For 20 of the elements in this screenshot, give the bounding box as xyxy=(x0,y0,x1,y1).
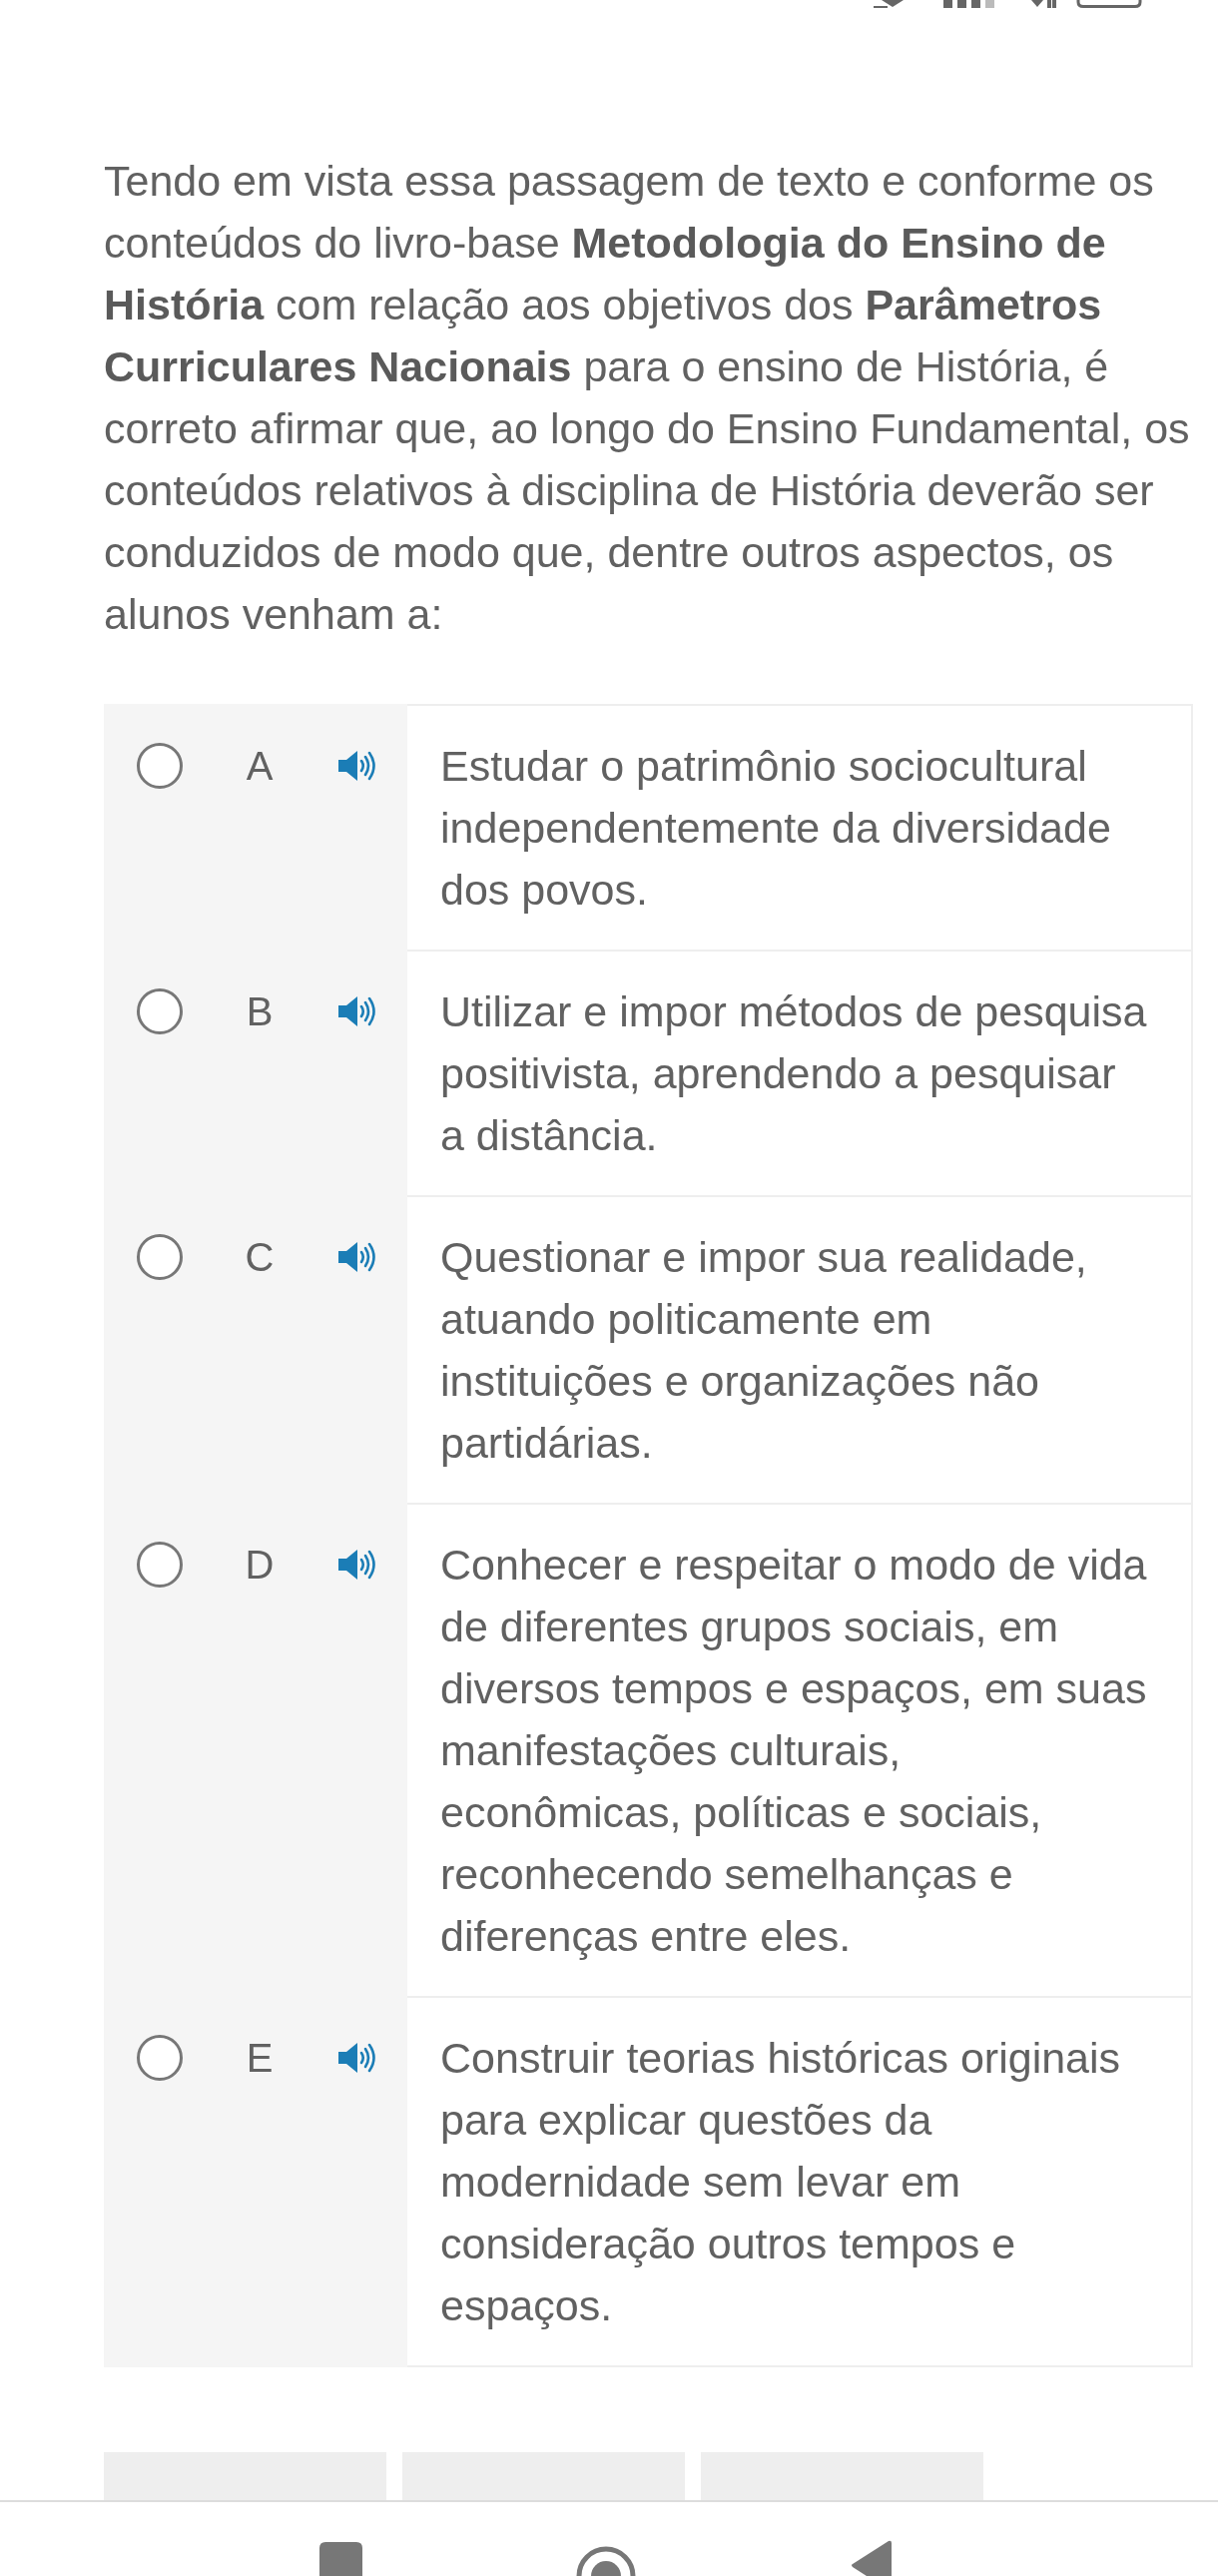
radio-button[interactable] xyxy=(137,1234,183,1280)
option-letter: A xyxy=(245,743,275,789)
radio-button[interactable] xyxy=(137,988,183,1034)
answer-text: Estudar o patrimônio sociocultural independentemente da diversidade dos povos. xyxy=(440,741,1112,916)
answer-text: Questionar e impor sua realidade, atuando politicamente em instituições e organizações não partidárias. xyxy=(440,1232,1088,1469)
option-letter: E xyxy=(245,2035,275,2081)
back-triangle-icon[interactable] xyxy=(851,2540,892,2576)
answer-text: Conhecer e respeitar o modo de vida de diferentes grupos sociais, em diversos tempos e espaços, em suas manifestações culturais, econômicas, políticas e sociais, reconhecendo semelhanças e diferenças entre eles. xyxy=(440,1540,1148,1962)
question-text: Tendo em vista essa passagem de texto e conforme os conteúdos do livro-base Metodologia do Ensino de História com relação aos objetivos dos Parâmetros Curriculares Nacionais para o ensino de História, é correto afirmar que, ao longo do Ensino Fundamental, os conteúdos relativos à disciplina de História deverão ser conduzidos de modo que, dentre outros aspectos, os alunos venham a: xyxy=(104,156,1191,640)
radio-button[interactable] xyxy=(137,1542,183,1588)
option-letter: D xyxy=(244,1542,276,1588)
battery-icon xyxy=(1076,0,1142,8)
data-arrows-icon xyxy=(1029,0,1056,8)
radio-button[interactable] xyxy=(137,743,183,789)
answer-text: Construir teorias históricas originais para explicar questões da modernidade sem levar em consideração outros tempos e espaços. xyxy=(440,2033,1122,2331)
option-letter: B xyxy=(245,988,275,1034)
signal-icon xyxy=(943,0,994,8)
answer-text: Utilizar e impor métodos de pesquisa positivista, aprendendo a pesquisar a distância. xyxy=(440,986,1148,1161)
option-letter: C xyxy=(244,1234,276,1280)
radio-button[interactable] xyxy=(137,2035,183,2081)
